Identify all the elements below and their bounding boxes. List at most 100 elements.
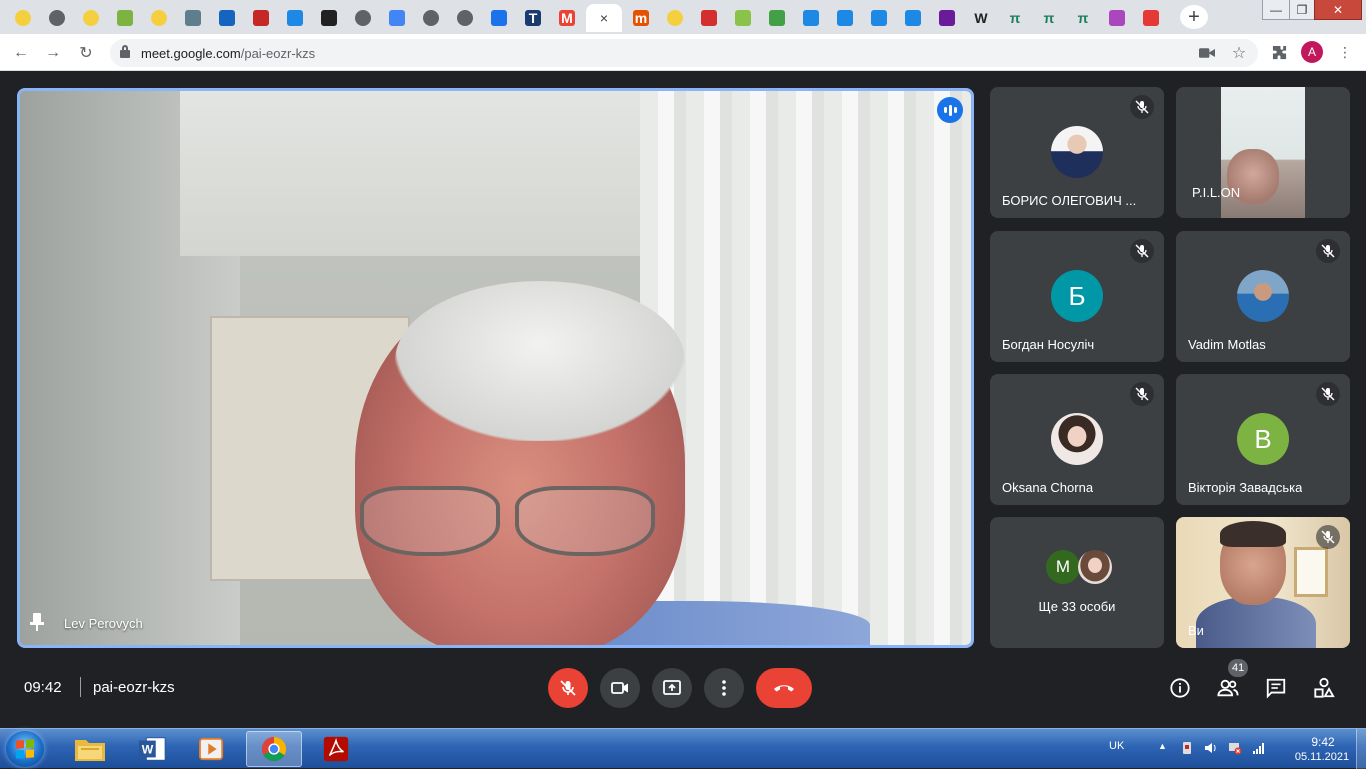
self-view-tile[interactable]: Ви <box>1176 517 1350 648</box>
participant-tile[interactable]: БОРИС ОЛЕГОВИЧ ... <box>990 87 1164 218</box>
browser-tab[interactable] <box>42 4 72 32</box>
close-window-button[interactable]: ✕ <box>1314 0 1362 20</box>
browser-tab[interactable]: π <box>1034 4 1064 32</box>
activities-button[interactable] <box>1312 676 1336 700</box>
main-speaker-video[interactable]: Lev Perovych <box>17 88 974 648</box>
language-indicator[interactable]: UK <box>1109 740 1124 752</box>
participant-tile[interactable]: Vadim Motlas <box>1176 231 1350 362</box>
browser-tab[interactable] <box>382 4 412 32</box>
participant-initial-avatar: M <box>1046 550 1080 584</box>
shield-icon <box>321 10 337 26</box>
leave-call-button[interactable] <box>756 668 812 708</box>
browser-tab[interactable] <box>660 4 690 32</box>
browser-tab[interactable] <box>348 4 378 32</box>
usb-eject-icon[interactable] <box>1180 741 1194 755</box>
new-tab-button[interactable]: + <box>1180 5 1208 29</box>
participant-tile[interactable]: В Вікторія Завадська <box>1176 374 1350 505</box>
browser-tab[interactable]: π <box>1068 4 1098 32</box>
participant-tile[interactable]: P.I.L.ON <box>1176 87 1350 218</box>
browser-tab[interactable]: W <box>966 4 996 32</box>
browser-tab[interactable] <box>932 4 962 32</box>
browser-tab[interactable] <box>694 4 724 32</box>
browser-tab-strip: T M × m Wπ π π <box>0 0 1366 34</box>
browser-tab[interactable]: M <box>552 4 582 32</box>
browser-tab[interactable]: m <box>626 4 656 32</box>
pin-icon[interactable] <box>30 613 44 631</box>
square-icon <box>939 10 955 26</box>
taskbar-word[interactable]: W <box>124 731 180 767</box>
browser-tab[interactable]: T <box>518 4 548 32</box>
browser-tab[interactable] <box>178 4 208 32</box>
mic-off-icon <box>560 680 576 696</box>
present-screen-button[interactable] <box>652 668 692 708</box>
participant-name: P.I.L.ON <box>1192 185 1241 200</box>
profile-avatar[interactable]: A <box>1301 41 1323 63</box>
mic-off-icon <box>1130 382 1154 406</box>
more-vert-icon <box>722 680 726 696</box>
taskbar-chrome[interactable] <box>246 731 302 767</box>
browser-tab[interactable] <box>212 4 242 32</box>
m-icon: m <box>633 10 649 26</box>
lock-icon[interactable] <box>120 45 130 59</box>
browser-tab[interactable] <box>1102 4 1132 32</box>
signal-strength-icon[interactable] <box>1252 741 1266 755</box>
taskbar-explorer[interactable] <box>62 731 118 767</box>
participant-avatar <box>1051 413 1103 465</box>
chat-icon <box>1266 678 1286 699</box>
browser-toolbar: ← → ↻ meet.google.com/pai-eozr-kzs ☆ A ⋮ <box>0 34 1366 71</box>
more-participants-tile[interactable]: M Ще 33 особи <box>990 517 1164 648</box>
browser-tab[interactable] <box>450 4 480 32</box>
participant-tile[interactable]: Б Богдан Носуліч <box>990 231 1164 362</box>
browser-tab[interactable] <box>864 4 894 32</box>
camera-toggle-button[interactable] <box>600 668 640 708</box>
address-bar[interactable]: meet.google.com/pai-eozr-kzs ☆ <box>110 39 1258 67</box>
browser-tab[interactable] <box>898 4 928 32</box>
taskbar-media-player[interactable] <box>184 731 240 767</box>
clock-date[interactable]: 05.11.2021 <box>1290 751 1354 763</box>
url-text[interactable]: meet.google.com/pai-eozr-kzs <box>141 46 315 61</box>
show-hidden-icons-button[interactable]: ▲ <box>1158 741 1167 751</box>
network-warning-icon[interactable] <box>1228 741 1242 755</box>
bookmark-star-icon[interactable]: ☆ <box>1230 44 1248 62</box>
main-speaker-name: Lev Perovych <box>64 616 143 631</box>
browser-tab[interactable] <box>796 4 826 32</box>
browser-tab[interactable] <box>728 4 758 32</box>
camera-status-icon[interactable] <box>1198 44 1216 62</box>
pi-icon: π <box>1077 10 1089 26</box>
browser-tab[interactable] <box>110 4 140 32</box>
browser-tab[interactable] <box>830 4 860 32</box>
participant-tile[interactable]: Oksana Chorna <box>990 374 1164 505</box>
gmail-icon: M <box>559 10 575 26</box>
extensions-icon[interactable] <box>1270 43 1288 61</box>
minimize-button[interactable]: — <box>1262 0 1290 20</box>
clock-time[interactable]: 9:42 <box>1300 735 1346 749</box>
microphone-toggle-button[interactable] <box>548 668 588 708</box>
browser-tab[interactable] <box>246 4 276 32</box>
browser-tab[interactable]: × <box>586 4 622 32</box>
chat-button[interactable] <box>1264 676 1288 700</box>
chrome-menu-icon[interactable]: ⋮ <box>1336 43 1354 61</box>
browser-tab[interactable] <box>8 4 38 32</box>
show-desktop-button[interactable] <box>1356 729 1366 769</box>
browser-tab[interactable] <box>1136 4 1166 32</box>
browser-tab[interactable] <box>416 4 446 32</box>
back-button[interactable]: ← <box>10 42 32 64</box>
maximize-button[interactable]: ❐ <box>1289 0 1315 20</box>
browser-tab[interactable] <box>76 4 106 32</box>
browser-tab[interactable]: π <box>1000 4 1030 32</box>
browser-tab[interactable] <box>280 4 310 32</box>
reload-button[interactable]: ↻ <box>75 42 97 64</box>
browser-tab[interactable] <box>762 4 792 32</box>
more-options-button[interactable] <box>704 668 744 708</box>
meeting-details-button[interactable] <box>1168 676 1192 700</box>
browser-tab[interactable] <box>314 4 344 32</box>
start-button[interactable] <box>6 731 44 767</box>
people-button[interactable] <box>1216 676 1240 700</box>
close-tab-icon[interactable]: × <box>600 10 608 26</box>
taskbar-acrobat[interactable] <box>308 731 364 767</box>
browser-tab[interactable] <box>144 4 174 32</box>
browser-tab[interactable] <box>484 4 514 32</box>
forward-button[interactable]: → <box>42 42 64 64</box>
volume-icon[interactable] <box>1204 741 1218 755</box>
thermometer-icon <box>701 10 717 26</box>
